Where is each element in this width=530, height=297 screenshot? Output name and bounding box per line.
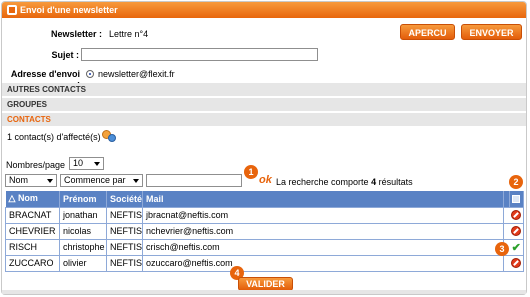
cell-prenom: olivier	[58, 254, 107, 272]
search-result: La recherche comporte 4 résultats	[276, 177, 413, 187]
contacts-table: △ Nom Prénom Société Mail BRACNAT jonath…	[5, 191, 525, 272]
window-title: Envoi d'une newsletter	[20, 5, 118, 15]
not-selected-icon[interactable]	[509, 254, 525, 272]
filter-mode-select[interactable]: Commence par	[60, 174, 143, 187]
cell-mail: crisch@neftis.com	[141, 238, 504, 256]
pagination-label: Nombres/page	[6, 160, 66, 170]
apercu-button[interactable]: APERCU	[400, 24, 455, 40]
cell-prenom: christophe	[58, 238, 107, 256]
contacts-settings-icon[interactable]	[102, 130, 116, 142]
cell-mail: jbracnat@neftis.com	[141, 206, 504, 224]
cell-societe: NEFTIS	[105, 238, 143, 256]
section-groupes[interactable]: GROUPES	[2, 98, 526, 112]
cell-nom: ZUCCARO	[5, 254, 60, 272]
chevron-down-icon	[94, 162, 100, 166]
step-badge-1: 1	[244, 165, 258, 179]
selected-check-icon[interactable]: ✔	[509, 238, 525, 256]
contacts-count: 1 contact(s) d'affecté(s)	[7, 132, 101, 142]
cell-nom: RISCH	[5, 238, 60, 256]
sort-icon: △	[8, 193, 16, 204]
cell-societe: NEFTIS	[105, 206, 143, 224]
table-row[interactable]: ZUCCARO olivier NEFTIS ozuccaro@neftis.c…	[5, 254, 525, 272]
adresse-radio[interactable]	[86, 70, 94, 78]
section-contacts[interactable]: CONTACTS	[2, 113, 526, 127]
cell-prenom: jonathan	[58, 206, 107, 224]
footer-bar	[2, 290, 526, 294]
cell-mail: nchevrier@neftis.com	[141, 222, 504, 240]
sujet-label: Sujet :	[51, 50, 79, 60]
col-prenom-header[interactable]: Prénom	[59, 191, 107, 207]
not-selected-icon[interactable]	[509, 222, 525, 240]
cell-societe: NEFTIS	[105, 254, 143, 272]
newsletter-icon	[7, 5, 17, 15]
envoyer-button[interactable]: ENVOYER	[461, 24, 522, 40]
col-mail-header[interactable]: Mail	[142, 191, 504, 207]
step-badge-3: 3	[495, 242, 509, 256]
cell-nom: CHEVRIER	[5, 222, 60, 240]
filter-field-select[interactable]: Nom	[5, 174, 57, 187]
cell-prenom: nicolas	[58, 222, 107, 240]
cell-mail: ozuccaro@neftis.com	[141, 254, 504, 272]
newsletter-panel: Envoi d'une newsletter Newsletter : Lett…	[1, 1, 527, 295]
cell-societe: NEFTIS	[105, 222, 143, 240]
step-badge-2: 2	[509, 175, 523, 189]
cell-nom: BRACNAT	[5, 206, 60, 224]
newsletter-label: Newsletter :	[50, 29, 102, 39]
chevron-down-icon	[47, 179, 53, 183]
valider-button[interactable]: VALIDER	[238, 277, 293, 291]
table-row[interactable]: CHEVRIER nicolas NEFTIS nchevrier@neftis…	[5, 222, 525, 240]
window-titlebar: Envoi d'une newsletter	[2, 2, 526, 18]
pagination-select[interactable]: 10	[69, 157, 104, 170]
col-nom-header[interactable]: △ Nom	[5, 191, 60, 207]
search-input[interactable]	[146, 174, 242, 187]
table-header-row: △ Nom Prénom Société Mail	[5, 191, 525, 207]
section-autres-contacts[interactable]: AUTRES CONTACTS	[2, 83, 526, 97]
col-societe-header[interactable]: Société	[106, 191, 143, 207]
newsletter-value: Lettre n°4	[109, 29, 149, 39]
table-row[interactable]: BRACNAT jonathan NEFTIS jbracnat@neftis.…	[5, 206, 525, 224]
search-ok-button[interactable]: ok	[259, 174, 272, 186]
chevron-down-icon	[133, 179, 139, 183]
adresse-value: newsletter@flexit.fr	[98, 69, 175, 79]
select-all-checkbox[interactable]	[509, 191, 525, 207]
table-row[interactable]: RISCH christophe NEFTIS crisch@neftis.co…	[5, 238, 525, 256]
sujet-input[interactable]	[81, 48, 318, 61]
not-selected-icon[interactable]	[509, 206, 525, 224]
